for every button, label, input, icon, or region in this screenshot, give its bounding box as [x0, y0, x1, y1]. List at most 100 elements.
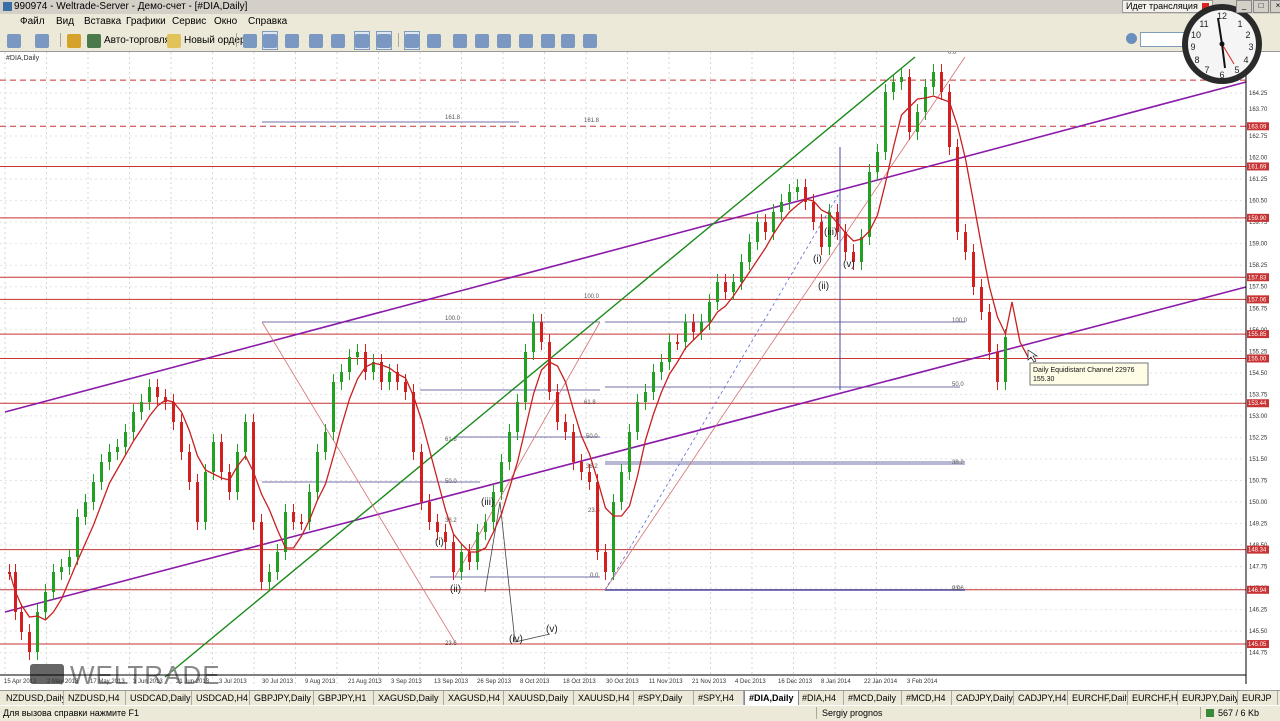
chart-window[interactable]: 161.8161.8100.0100.061.861.850.050.038.2…	[0, 51, 1280, 691]
new-order-button[interactable]: Новый ордер	[166, 31, 247, 50]
chart-tab[interactable]: XAGUSD,Daily	[374, 691, 444, 705]
auto-scroll-button[interactable]	[354, 31, 370, 50]
menu-window[interactable]: Окно	[214, 16, 237, 27]
candle-body	[636, 402, 639, 432]
menu-file[interactable]: Файл	[20, 16, 45, 27]
candle-body	[324, 432, 327, 452]
close-button[interactable]: ×	[1270, 0, 1280, 13]
fibonacci-button[interactable]	[540, 31, 556, 50]
lower-channel-line	[4, 286, 1247, 613]
menu-insert[interactable]: Вставка	[84, 16, 121, 27]
svg-text:9: 9	[1190, 42, 1195, 52]
chart-tab[interactable]: NZDUSD,Daily	[2, 691, 64, 705]
chart-tab[interactable]: #DIA,Daily	[744, 691, 799, 706]
clock-widget: 121234567891011	[1182, 4, 1262, 84]
chart-tab[interactable]: GBPJPY,Daily	[250, 691, 314, 705]
candle-body	[708, 302, 711, 322]
zoom-in-button[interactable]	[308, 31, 324, 50]
zoom-out-button[interactable]	[330, 31, 346, 50]
candle-body	[996, 352, 999, 382]
price-tick: 152.25	[1249, 435, 1268, 441]
price-tick: 164.25	[1249, 91, 1268, 97]
price-tick: 161.25	[1249, 177, 1268, 183]
chart-tab[interactable]: #DIA,H4	[798, 691, 844, 705]
chart-tab[interactable]: USDCAD,Daily	[126, 691, 192, 705]
candle-body	[564, 422, 567, 432]
trendline-button[interactable]	[496, 31, 512, 50]
chart-tab[interactable]: EURCHF,Daily	[1068, 691, 1128, 705]
candle-body	[316, 452, 319, 492]
svg-text:2: 2	[1245, 30, 1250, 40]
profiles-button[interactable]	[34, 31, 50, 50]
status-separator	[1200, 707, 1201, 719]
svg-text:11: 11	[1199, 19, 1208, 29]
aux-line	[604, 191, 841, 591]
price-chart[interactable]: 161.8161.8100.0100.061.861.850.050.038.2…	[0, 52, 1280, 691]
chart-tab[interactable]: EURJP	[1238, 691, 1278, 705]
market-watch-button[interactable]	[66, 31, 82, 50]
menu-help[interactable]: Справка	[248, 16, 287, 27]
vertical-line-button[interactable]	[452, 31, 468, 50]
candle-body	[420, 452, 423, 502]
cursor-tool-button[interactable]	[404, 31, 420, 50]
price-tick: 160.50	[1249, 199, 1268, 205]
minimize-button[interactable]: _	[1236, 0, 1252, 13]
chart-tab[interactable]: #SPY,Daily	[634, 691, 694, 705]
chart-tab[interactable]: #SPY,H4	[694, 691, 744, 705]
chart-tab[interactable]: EURCHF,H4	[1128, 691, 1178, 705]
fibonacci-label: 50.0	[445, 479, 457, 485]
date-tick: 13 Sep 2013	[434, 679, 469, 685]
svg-text:8: 8	[1194, 55, 1199, 65]
price-tick: 163.70	[1249, 107, 1268, 113]
status-profile: Sergiy prognos	[822, 708, 883, 718]
candle-body	[468, 552, 471, 562]
market-watch-icon	[67, 33, 81, 48]
menu-tools[interactable]: Сервис	[172, 16, 206, 27]
fibonacci-label: 100.0	[445, 316, 461, 322]
chart-tab[interactable]: XAUUSD,Daily	[504, 691, 574, 705]
chart-tab[interactable]: USDCAD,H4	[192, 691, 250, 705]
chart-tab[interactable]: #MCD,Daily	[844, 691, 902, 705]
chart-shift-button[interactable]	[376, 31, 392, 50]
candle-body	[28, 632, 31, 652]
toolbar-separator	[60, 33, 61, 47]
chart-tab[interactable]: EURJPY,Daily	[1178, 691, 1238, 705]
menu-charts[interactable]: Графики	[126, 16, 166, 27]
candle-body	[340, 372, 343, 382]
text-tool-button[interactable]	[560, 31, 576, 50]
autotrade-button[interactable]: Авто-торговля	[86, 31, 171, 50]
crosshair-tool-button[interactable]	[426, 31, 442, 50]
chart-tab[interactable]: CADJPY,H4	[1014, 691, 1068, 705]
text-icon	[561, 33, 575, 48]
candle-body	[212, 442, 215, 472]
maximize-button[interactable]: □	[1253, 0, 1269, 13]
wave-label: (i)	[813, 254, 822, 265]
svg-text:6: 6	[1219, 70, 1224, 80]
chart-tab[interactable]: GBPJPY,H1	[314, 691, 374, 705]
candle-chart-button[interactable]	[262, 31, 278, 50]
chart-tab[interactable]: CADJPY,Daily	[952, 691, 1014, 705]
bar-chart-button[interactable]	[242, 31, 258, 50]
chart-tab[interactable]: XAUUSD,H4	[574, 691, 634, 705]
price-tick: 149.25	[1249, 522, 1268, 528]
chart-tab[interactable]: XAGUSD,H4	[444, 691, 504, 705]
chart-tab[interactable]: #MCD,H4	[902, 691, 952, 705]
search-icon[interactable]	[1126, 33, 1137, 44]
date-tick: 21 Nov 2013	[692, 679, 727, 685]
price-tick: 147.75	[1249, 565, 1268, 571]
candle-body	[460, 552, 463, 572]
candle-body	[476, 532, 479, 562]
arrows-tool-button[interactable]	[582, 31, 598, 50]
candle-body	[516, 402, 519, 432]
candle-body	[20, 612, 23, 632]
price-marker-label: 163.09	[1248, 124, 1267, 130]
date-tick: 3 Jun 2013	[133, 679, 163, 685]
menu-view[interactable]: Вид	[56, 16, 74, 27]
new-chart-button[interactable]	[6, 31, 22, 50]
channel-button[interactable]	[518, 31, 534, 50]
line-chart-button[interactable]	[284, 31, 300, 50]
chart-tab[interactable]: NZDUSD,H4	[64, 691, 126, 705]
chart-symbol-label: #DIA,Daily	[6, 55, 40, 62]
horizontal-line-button[interactable]	[474, 31, 490, 50]
candle-chart-icon	[263, 33, 277, 48]
